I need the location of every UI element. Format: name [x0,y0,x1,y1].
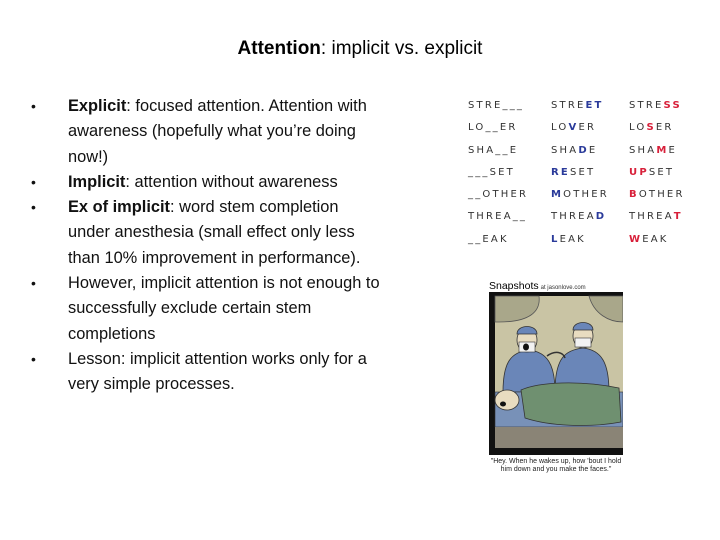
cartoon-source: at jasonlove.com [540,285,586,291]
bullet-term: Ex of implicit [68,198,171,217]
highlighted-letters: RE [551,166,570,178]
bullet-dot-icon: • [31,199,36,216]
bullet-term: Explicit [68,97,127,115]
word-stem: STRE___ [468,100,525,111]
word-stem: __OTHER [468,189,529,201]
plain-letters: E [588,144,598,156]
completion-blue: THREAD [551,211,606,222]
bullet-dot-icon: • [31,350,36,367]
completion-blue: SHADE [551,145,597,156]
highlighted-letters: ET [585,100,604,111]
bullet-text: Lesson: implicit attention works only fo… [68,349,367,394]
title-bold: Attention [237,38,321,59]
completion-blue: LEAK [551,234,586,245]
bullet-text: : attention without awareness [125,172,338,191]
bullet-dot-icon: • [31,275,36,292]
word-stem: __EAK [468,233,509,245]
plain-letters: OTHER [638,189,685,201]
plain-letters: STRE [629,100,664,111]
bullet-item: • Implicit: attention without awareness [30,170,380,195]
floor [495,427,623,448]
highlighted-letters: UP [629,166,649,178]
plain-letters: THREA [629,211,674,223]
plain-letters: EAK [559,233,586,245]
completion-red: UPSET [629,167,674,178]
plain-letters: LO [551,122,569,134]
plain-letters: E [668,144,677,156]
highlighted-letters: B [629,189,639,201]
completion-blue: RESET [551,167,595,178]
highlighted-letters: L [551,233,560,245]
cartoon-title: Snapshots [489,280,539,292]
completion-red: WEAK [629,234,669,245]
word-stem: LO__ER [468,122,518,134]
completion-blue: MOTHER [551,189,609,200]
plain-letters: SHA [551,144,579,156]
completion-red: STRESS [629,100,682,111]
bullet-item: • Ex of implicit: word stem completion un… [30,195,380,271]
word-stem: ___SET [468,166,515,178]
highlighted-letters: SS [663,100,682,111]
plain-letters: SET [648,166,675,178]
bullet-item: • Lesson: implicit attention works only f… [30,347,380,398]
bullet-item: • However, implicit attention is not enou… [30,271,380,347]
patient-sheet [520,382,622,426]
word-stem: THREA__ [468,211,528,223]
completion-blue: STREET [551,100,604,111]
patient-head [494,389,520,411]
highlighted-letters: M [551,189,564,201]
completion-red: THREAT [629,211,683,222]
slide-title: Attention: implicit vs. explicit [0,38,720,60]
bullet-text: However, implicit attention is not enoug… [68,274,380,343]
plain-letters: LO [629,122,647,134]
plain-letters: SHA [629,144,657,156]
highlighted-letters: D [578,144,589,156]
title-rest: : implicit vs. explicit [320,38,483,59]
bullet-list: • Explicit: focused attention. Attention … [30,94,380,398]
bullet-item: • Explicit: focused attention. Attention … [30,94,380,170]
surgery-cartoon-image [489,292,623,455]
plain-letters: OTHER [563,189,609,201]
plain-letters: THREA [551,211,596,223]
highlighted-letters: D [595,211,607,223]
highlighted-letters: M [656,144,669,156]
completion-blue: LOVER [551,122,596,133]
highlighted-letters: S [646,122,656,134]
highlighted-letters: T [673,211,683,223]
completion-red: BOTHER [629,189,685,200]
word-stem: SHA__E [468,144,519,156]
cartoon-caption: "Hey. When he wakes up, how 'bout I hold… [490,458,622,473]
bullet-dot-icon: • [31,173,36,190]
completion-red: LOSER [629,122,674,133]
cartoon-header: Snapshots at jasonlove.com [489,280,586,292]
plain-letters: SET [569,166,596,178]
plain-letters: EAK [642,233,669,245]
plain-letters: ER [655,122,674,134]
plain-letters: STRE [551,100,586,111]
highlighted-letters: V [568,122,579,134]
bullet-term: Implicit [68,172,126,191]
bullet-dot-icon: • [31,98,36,114]
completion-red: SHAME [629,145,677,156]
plain-letters: ER [578,122,597,134]
highlighted-letters: W [629,233,643,245]
